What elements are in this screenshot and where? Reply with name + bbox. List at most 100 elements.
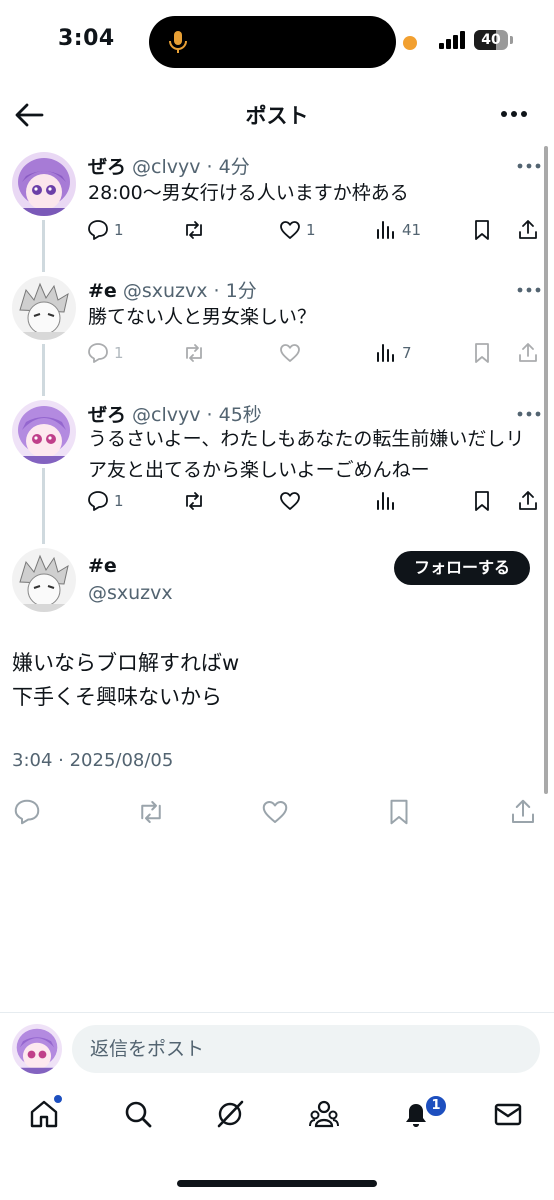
heart-icon — [280, 221, 300, 239]
reply-button[interactable]: 1 — [86, 213, 124, 247]
bookmark-button[interactable] — [470, 336, 494, 370]
share-button[interactable] — [516, 336, 540, 370]
tweet-text: 28:00〜男女行ける人いますか枠ある — [88, 182, 409, 204]
main-post-text-line: 下手くそ興味ないから — [12, 685, 222, 709]
privacy-indicator-icon — [403, 36, 417, 50]
tweet-meta: @clvyv · 45秒 — [126, 404, 262, 426]
main-post-text-line: 嫌いならブロ解すればw — [12, 651, 240, 675]
tweet-more-icon[interactable] — [514, 280, 544, 300]
retweet-icon — [186, 492, 202, 510]
bookmark-icon — [475, 491, 489, 511]
reply-count: 1 — [114, 492, 124, 510]
header: ポスト — [0, 84, 554, 144]
tweet[interactable]: ぜろ @clvyv · 45秒 うるさいよー、わたしもあなたの転生前嫌いだしリア… — [0, 396, 554, 546]
avatar-image — [12, 400, 76, 464]
tweet[interactable]: #e @sxuzvx · 1分 勝てない人と男女楽しい？ 1 7 — [0, 272, 554, 398]
bookmark-icon[interactable] — [384, 797, 414, 827]
like-button[interactable] — [278, 484, 306, 518]
nav-search[interactable] — [122, 1098, 158, 1134]
heart-icon — [280, 492, 300, 510]
like-button[interactable] — [278, 336, 306, 370]
tweet-meta: @sxuzvx · 1分 — [116, 280, 257, 302]
notification-badge: 1 — [424, 1094, 448, 1118]
tweet-author-name[interactable]: #e — [88, 280, 117, 302]
retweet-button[interactable] — [182, 213, 210, 247]
follow-button[interactable]: フォローする — [394, 551, 530, 585]
views-button[interactable]: 41 — [374, 213, 421, 247]
tweet-actions: 1 — [86, 484, 544, 518]
reply-icon — [88, 220, 108, 240]
avatar[interactable] — [12, 152, 76, 216]
reply-count: 1 — [114, 344, 124, 362]
share-icon — [519, 491, 537, 510]
mail-icon — [494, 1103, 522, 1126]
battery-icon: 40 — [474, 30, 508, 50]
nav-messages[interactable] — [492, 1098, 528, 1134]
tweet-text: 勝てない人と男女楽しい？ — [88, 306, 317, 328]
battery-tip — [510, 36, 513, 44]
retweet-button[interactable] — [182, 336, 210, 370]
share-icon[interactable] — [508, 797, 538, 827]
views-button[interactable] — [374, 484, 402, 518]
tweet-more-icon[interactable] — [514, 404, 544, 424]
reply-button[interactable]: 1 — [86, 336, 124, 370]
main-post-author-name[interactable]: #e — [88, 555, 117, 577]
reply-icon[interactable] — [12, 797, 42, 827]
retweet-icon — [186, 344, 202, 362]
analytics-icon — [377, 221, 394, 239]
bookmark-button[interactable] — [470, 484, 494, 518]
avatar-image — [12, 276, 76, 340]
home-notification-dot — [53, 1094, 63, 1104]
view-count: 41 — [402, 221, 422, 239]
communities-icon — [309, 1100, 339, 1128]
share-button[interactable] — [516, 213, 540, 247]
tweet[interactable]: ぜろ @clvyv · 4分 28:00〜男女行ける人いますか枠ある 1 1 4… — [0, 148, 554, 274]
avatar[interactable] — [12, 400, 76, 464]
avatar-image — [12, 152, 76, 216]
tweet-more-icon[interactable] — [514, 156, 544, 176]
retweet-button[interactable] — [182, 484, 210, 518]
reply-button[interactable]: 1 — [86, 484, 124, 518]
main-post-timestamp[interactable]: 3:04 · 2025/08/05 — [12, 750, 173, 771]
tweet-meta: @clvyv · 4分 — [126, 156, 250, 178]
status-bar: 3:04 40 — [0, 0, 554, 84]
heart-icon — [280, 344, 300, 362]
grok-icon — [217, 1100, 244, 1128]
analytics-icon — [377, 492, 394, 510]
home-indicator[interactable] — [177, 1180, 377, 1187]
tweet-actions: 1 7 — [86, 336, 544, 370]
reply-input[interactable] — [72, 1025, 540, 1073]
tweet-text: うるさいよー、わたしもあなたの転生前嫌いだしリア友と出てるから楽しいよーごめんね… — [88, 428, 525, 481]
share-button[interactable] — [516, 484, 540, 518]
more-options-icon[interactable] — [496, 100, 532, 128]
tweet-author-name[interactable]: ぜろ — [88, 156, 126, 178]
my-avatar[interactable] — [12, 1024, 62, 1074]
tweet-author-name[interactable]: ぜろ — [88, 404, 126, 426]
view-count: 7 — [402, 344, 412, 362]
bookmark-icon — [475, 220, 489, 240]
views-button[interactable]: 7 — [374, 336, 412, 370]
nav-grok[interactable] — [214, 1098, 250, 1134]
status-time: 3:04 — [58, 26, 115, 51]
share-icon — [519, 220, 537, 239]
like-button[interactable]: 1 — [278, 213, 316, 247]
page-title: ポスト — [245, 104, 309, 128]
main-post-actions — [12, 797, 540, 827]
signal-icon — [439, 31, 465, 49]
dynamic-island — [149, 16, 396, 68]
bookmark-icon — [475, 343, 489, 363]
nav-communities[interactable] — [308, 1098, 344, 1134]
heart-icon[interactable] — [260, 797, 290, 827]
retweet-icon — [186, 221, 202, 239]
main-post-avatar[interactable] — [12, 548, 76, 612]
avatar[interactable] — [12, 276, 76, 340]
main-post-handle[interactable]: @sxuzvx — [88, 582, 173, 604]
retweet-icon[interactable] — [136, 797, 166, 827]
bookmark-button[interactable] — [470, 213, 494, 247]
avatar-image — [12, 1024, 62, 1074]
search-icon — [125, 1101, 152, 1128]
bottom-nav: 1 — [0, 1084, 554, 1200]
reply-icon — [88, 491, 108, 511]
share-icon — [519, 343, 537, 362]
analytics-icon — [377, 344, 394, 362]
